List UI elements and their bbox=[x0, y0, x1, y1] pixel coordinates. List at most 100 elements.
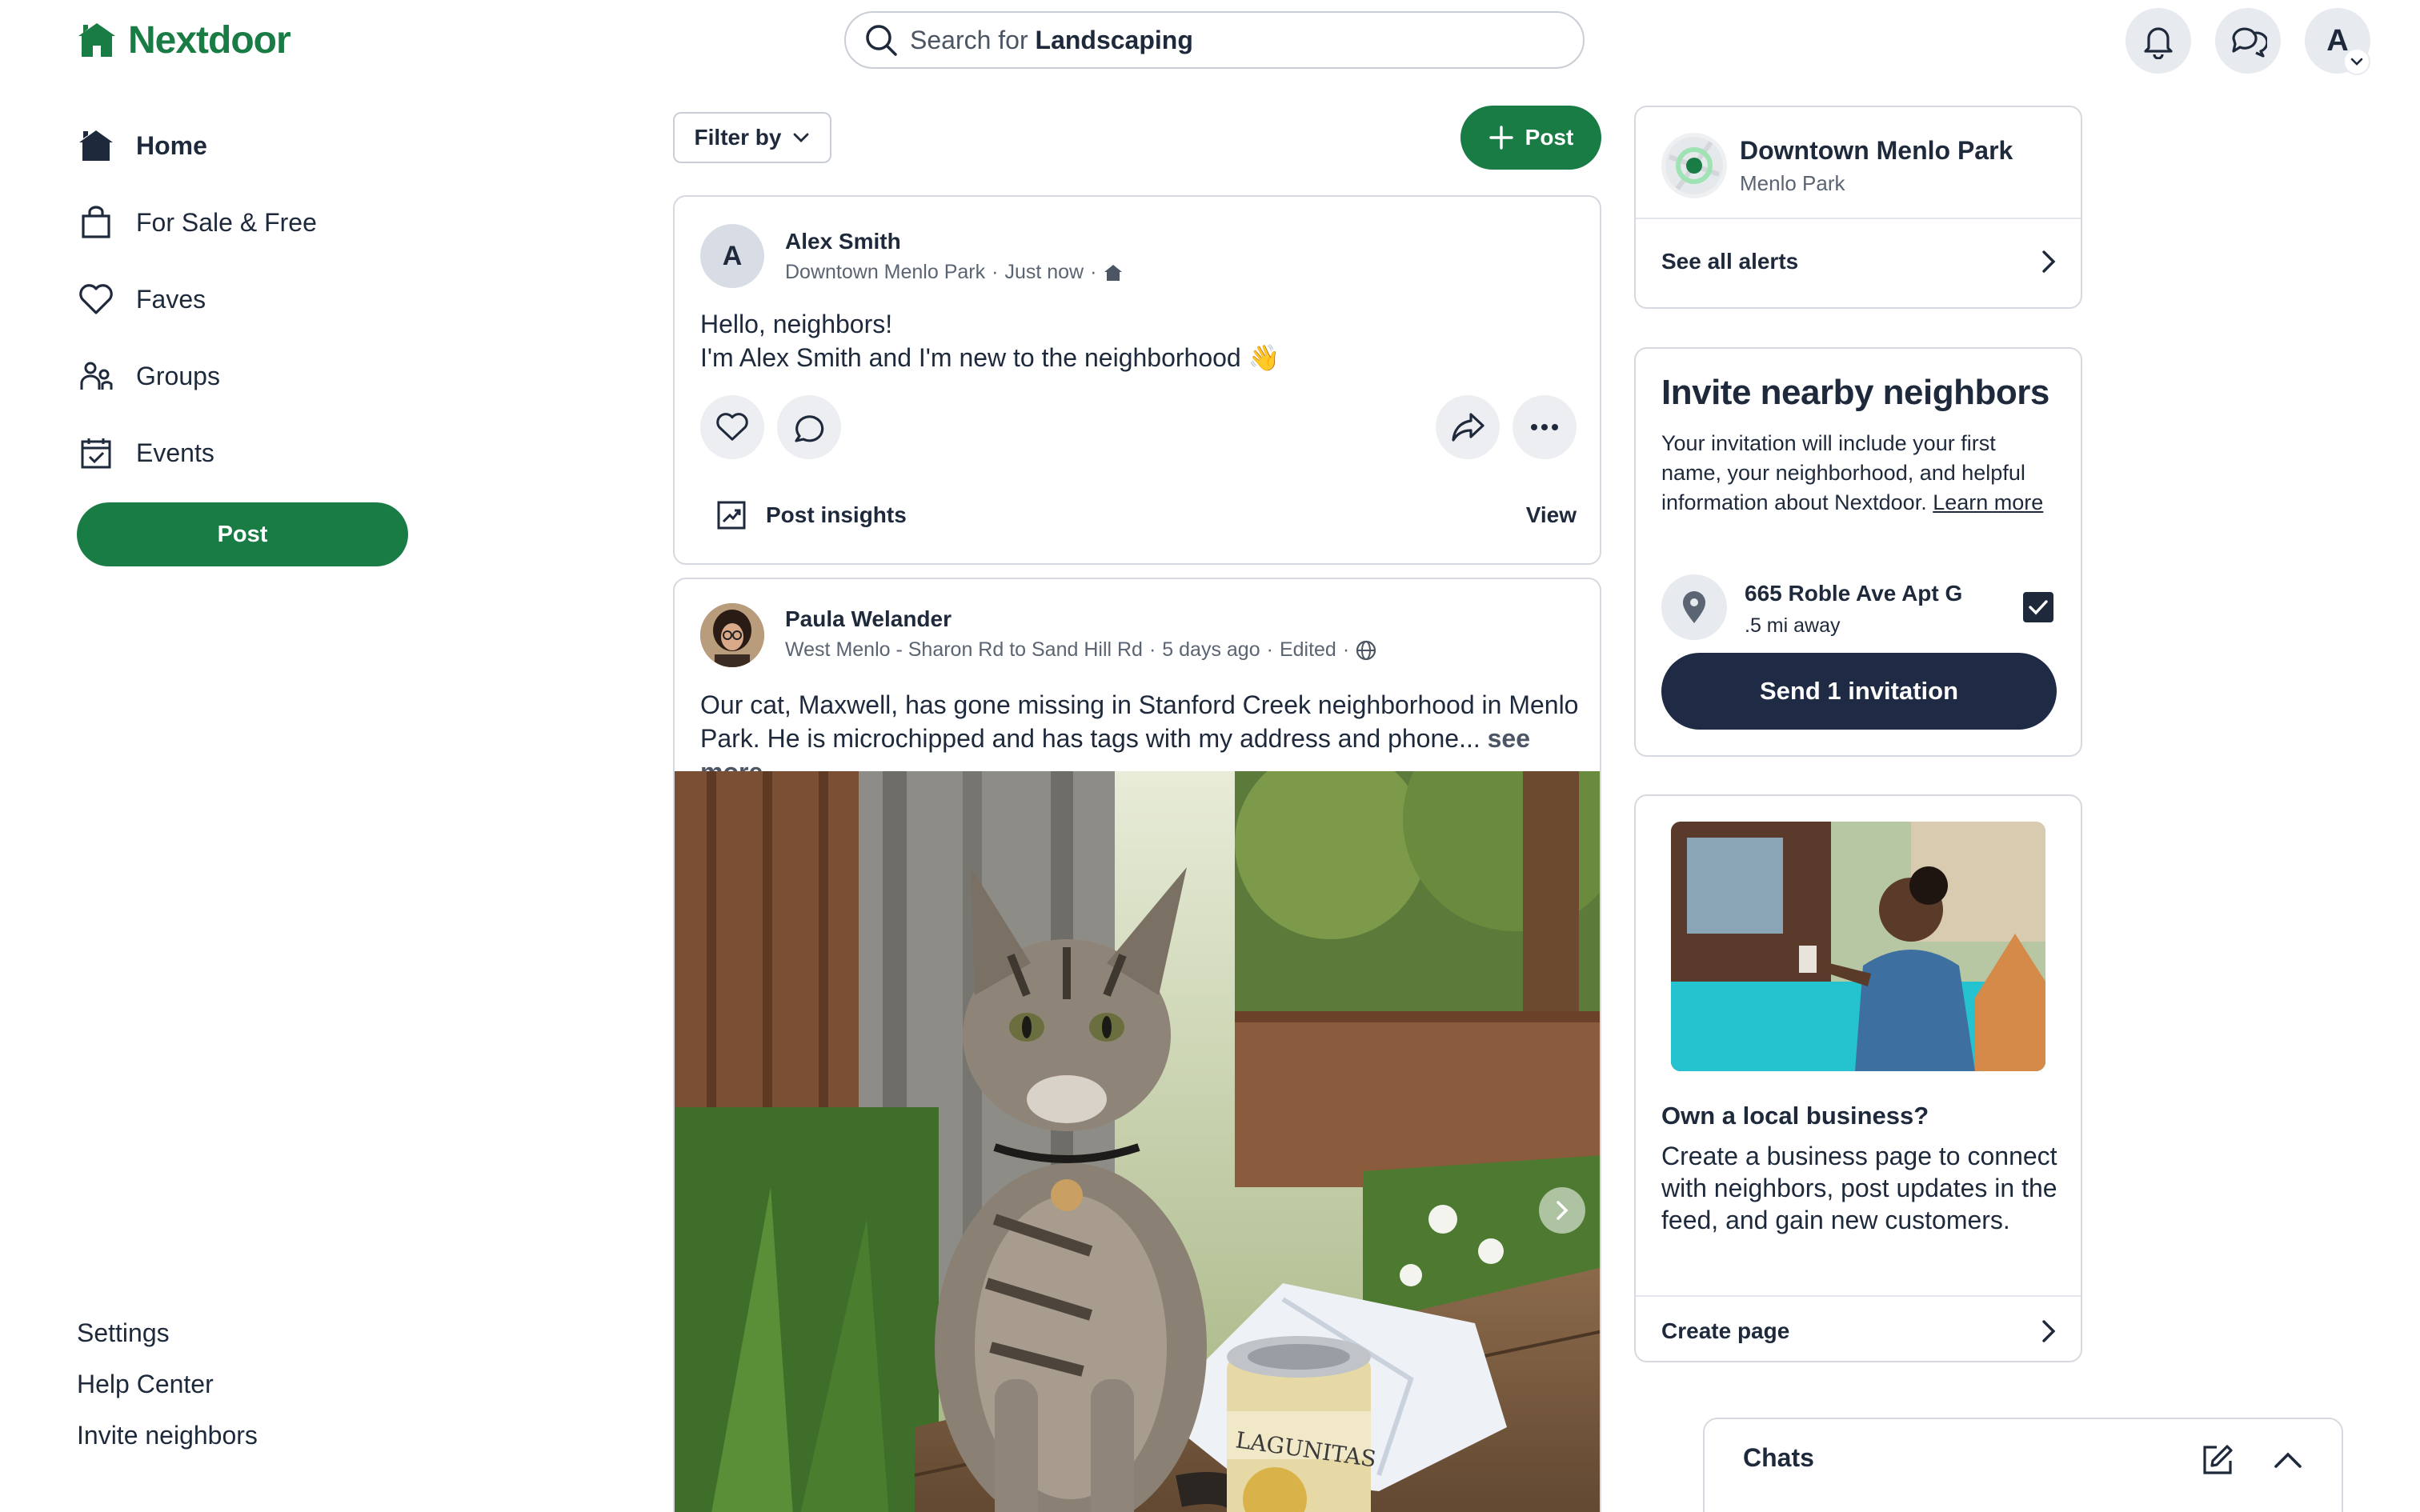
share-arrow-icon bbox=[1452, 413, 1484, 442]
send-invitation-label: Send 1 invitation bbox=[1759, 677, 1959, 705]
invite-neighbors-card: Invite nearby neighbors Your invitation … bbox=[1634, 347, 2082, 757]
nav-item-groups[interactable]: Groups bbox=[77, 350, 220, 402]
chats-dock[interactable]: Chats bbox=[1703, 1418, 2343, 1512]
see-all-alerts-link[interactable]: See all alerts bbox=[1661, 242, 2057, 282]
react-button[interactable] bbox=[700, 395, 764, 459]
author-name[interactable]: Paula Welander bbox=[785, 606, 952, 632]
nav-item-events[interactable]: Events bbox=[77, 427, 214, 478]
author-name[interactable]: Alex Smith bbox=[785, 229, 901, 254]
local-business-card: Own a local business? Create a business … bbox=[1634, 794, 2082, 1362]
post-meta: West Menlo - Sharon Rd to Sand Hill Rd ·… bbox=[785, 638, 1376, 662]
chat-bubbles-icon bbox=[2232, 27, 2267, 58]
meta-separator: · bbox=[1090, 261, 1097, 283]
help-center-link[interactable]: Help Center bbox=[77, 1370, 214, 1399]
post-time: 5 days ago bbox=[1162, 638, 1260, 661]
messages-button[interactable] bbox=[2215, 8, 2281, 74]
post-time: Just now bbox=[1004, 261, 1084, 283]
sidebar-post-label: Post bbox=[217, 521, 268, 547]
more-options-button[interactable] bbox=[1512, 395, 1577, 459]
account-menu-toggle[interactable] bbox=[2343, 48, 2370, 75]
settings-link[interactable]: Settings bbox=[77, 1318, 170, 1348]
filter-label: Filter by bbox=[694, 125, 782, 150]
sidebar-post-button[interactable]: Post bbox=[77, 502, 408, 566]
business-description: Create a business page to connect with n… bbox=[1661, 1142, 2057, 1234]
feed-post: A Alex Smith Downtown Menlo Park · Just … bbox=[673, 195, 1601, 565]
nav-label-groups: Groups bbox=[136, 361, 220, 390]
invite-description: Your invitation will include your first … bbox=[1661, 429, 2061, 518]
chats-actions bbox=[2201, 1443, 2303, 1477]
author-avatar[interactable] bbox=[700, 603, 764, 667]
shopping-bag-icon bbox=[77, 203, 115, 242]
nav-label-events: Events bbox=[136, 438, 214, 467]
bell-icon bbox=[2144, 27, 2173, 59]
nav-item-for-sale[interactable]: For Sale & Free bbox=[77, 197, 317, 248]
chats-label: Chats bbox=[1743, 1443, 1814, 1472]
neighborhood-alerts-card: Downtown Menlo Park Menlo Park See all a… bbox=[1634, 106, 2082, 309]
create-page-label: Create page bbox=[1661, 1318, 1790, 1343]
compose-message-icon[interactable] bbox=[2201, 1443, 2234, 1477]
post-edited: Edited bbox=[1279, 638, 1336, 661]
comment-button[interactable] bbox=[777, 395, 841, 459]
send-invitation-button[interactable]: Send 1 invitation bbox=[1661, 653, 2057, 730]
learn-more-link[interactable]: Learn more bbox=[1933, 490, 2043, 514]
meta-separator: · bbox=[1266, 638, 1273, 661]
post-insights-label: Post insights bbox=[766, 502, 907, 527]
nav-label-home: Home bbox=[136, 130, 207, 160]
neighborhood-map-icon bbox=[1661, 133, 1727, 198]
chevron-right-icon bbox=[2042, 250, 2056, 273]
nav-item-home[interactable]: Home bbox=[77, 120, 207, 171]
filter-dropdown[interactable]: Filter by bbox=[673, 112, 831, 163]
card-divider bbox=[1636, 1295, 2081, 1297]
comment-bubble-icon bbox=[795, 415, 824, 442]
neighborhood-visibility-icon bbox=[1104, 264, 1123, 281]
post-insights-row[interactable]: Post insights View bbox=[700, 493, 1577, 538]
post-neighborhood[interactable]: West Menlo - Sharon Rd to Sand Hill Rd bbox=[785, 638, 1143, 662]
invite-neighbors-link[interactable]: Invite neighbors bbox=[77, 1421, 258, 1450]
next-photo-button[interactable] bbox=[1539, 1187, 1585, 1234]
search-icon bbox=[866, 25, 897, 56]
checkmark-icon bbox=[2029, 600, 2048, 615]
heart-icon bbox=[77, 280, 115, 318]
author-photo bbox=[700, 603, 764, 667]
search-input[interactable]: Search for Landscaping bbox=[844, 11, 1585, 69]
search-placeholder: Search for Landscaping bbox=[910, 25, 1193, 54]
cat-photo: LAGUNITAS bbox=[675, 771, 1600, 1512]
post-body-line: I'm Alex Smith and I'm new to the neighb… bbox=[700, 343, 1280, 372]
invite-address: 665 Roble Ave Apt G bbox=[1745, 581, 1963, 606]
nextdoor-logo[interactable]: Nextdoor bbox=[77, 16, 291, 64]
post-body-line: Hello, neighbors! bbox=[700, 310, 893, 338]
notifications-button[interactable] bbox=[2126, 8, 2191, 74]
card-divider bbox=[1636, 218, 2081, 219]
alerts-neighborhood-name[interactable]: Downtown Menlo Park bbox=[1740, 136, 2013, 166]
chevron-down-icon bbox=[2350, 58, 2363, 66]
create-page-link[interactable]: Create page bbox=[1661, 1311, 2057, 1351]
post-body-line: Our cat, Maxwell, has gone missing in St… bbox=[700, 690, 1579, 719]
chevron-up-icon[interactable] bbox=[2273, 1450, 2303, 1470]
meta-separator: · bbox=[1342, 638, 1350, 661]
post-photo[interactable]: LAGUNITAS bbox=[675, 771, 1600, 1512]
invite-address-checkbox[interactable] bbox=[2023, 592, 2053, 622]
share-button[interactable] bbox=[1436, 395, 1500, 459]
invite-distance: .5 mi away bbox=[1745, 614, 1841, 637]
business-title: Own a local business? bbox=[1661, 1102, 1929, 1130]
plus-icon bbox=[1488, 126, 1513, 150]
post-body: Hello, neighbors! I'm Alex Smith and I'm… bbox=[700, 307, 1581, 374]
house-icon bbox=[77, 126, 115, 165]
trend-chart-icon bbox=[717, 501, 746, 530]
logo-text: Nextdoor bbox=[128, 18, 291, 62]
nav-item-faves[interactable]: Faves bbox=[77, 274, 206, 325]
meta-separator: · bbox=[1148, 638, 1156, 661]
post-neighborhood[interactable]: Downtown Menlo Park bbox=[785, 261, 985, 284]
nav-label-faves: Faves bbox=[136, 284, 206, 314]
people-icon bbox=[77, 357, 115, 395]
calendar-icon bbox=[77, 434, 115, 472]
create-post-button[interactable]: Post bbox=[1460, 106, 1601, 170]
see-all-alerts-label: See all alerts bbox=[1661, 249, 1799, 274]
invite-title: Invite nearby neighbors bbox=[1661, 373, 2049, 412]
business-promo-image bbox=[1671, 822, 2045, 1071]
author-avatar-initial: A bbox=[722, 240, 743, 271]
author-avatar[interactable]: A bbox=[700, 224, 764, 288]
chevron-right-icon bbox=[2042, 1320, 2056, 1342]
view-insights-link[interactable]: View bbox=[1526, 502, 1577, 528]
logo-house-icon bbox=[78, 23, 115, 57]
